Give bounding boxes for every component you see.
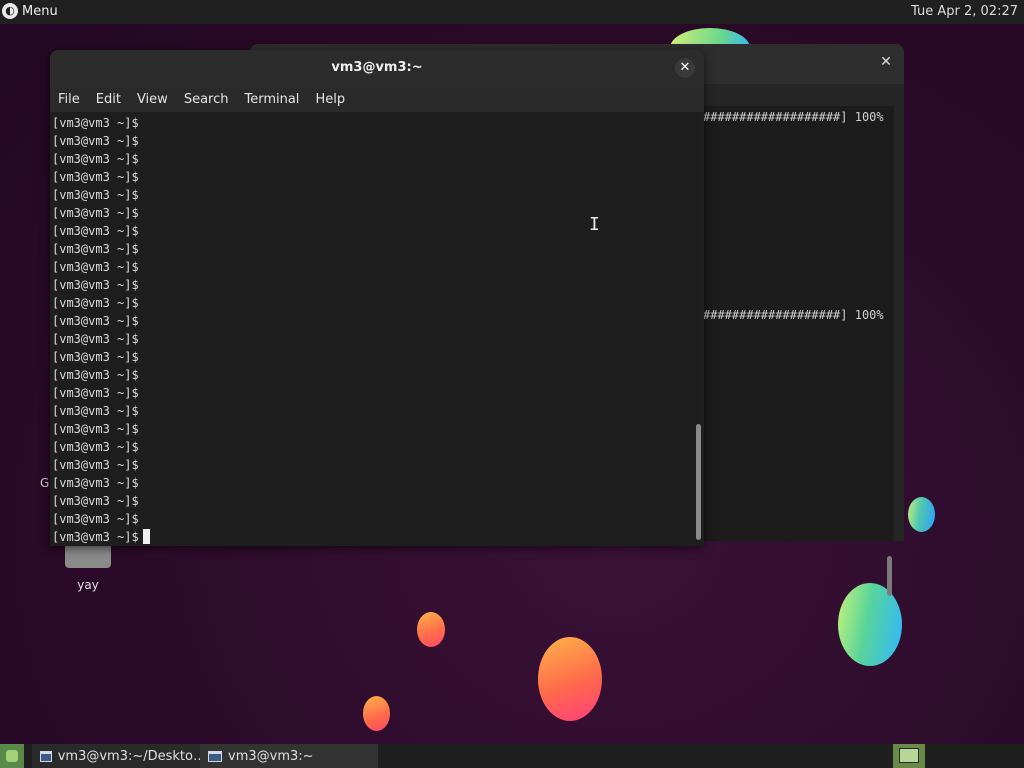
menu-button[interactable]: ◐ Menu xyxy=(2,3,58,19)
show-desktop-button[interactable] xyxy=(0,744,24,768)
wallpaper-bubble xyxy=(363,696,390,731)
menu-label: Menu xyxy=(22,3,58,19)
menu-item-edit[interactable]: Edit xyxy=(88,88,129,112)
wallpaper-bubble xyxy=(417,612,445,647)
terminal-line: [vm3@vm3 ~]$ xyxy=(52,494,139,508)
scrollbar-thumb[interactable] xyxy=(696,424,701,540)
window-title: vm3@vm3:~ xyxy=(331,60,423,75)
top-panel: ◐ Menu Tue Apr 2, 02:27 xyxy=(0,0,1024,24)
terminal-line: [vm3@vm3 ~]$ xyxy=(52,188,139,202)
terminal-line: [vm3@vm3 ~]$ xyxy=(52,116,139,130)
desktop-icon-label-partial: G xyxy=(40,476,50,490)
menu-item-view[interactable]: View xyxy=(129,88,176,112)
progress-line: ###################] 100% xyxy=(703,308,884,322)
terminal-line: [vm3@vm3 ~]$ xyxy=(52,332,139,346)
terminal-line: [vm3@vm3 ~]$ xyxy=(52,528,150,546)
terminal-line: [vm3@vm3 ~]$ xyxy=(52,134,139,148)
terminal-line: [vm3@vm3 ~]$ xyxy=(52,314,139,328)
progress-line: ###################] 100% xyxy=(703,110,884,124)
wallpaper-bubble xyxy=(838,583,902,666)
terminal-line: [vm3@vm3 ~]$ xyxy=(52,350,139,364)
terminal-line: [vm3@vm3 ~]$ xyxy=(52,260,139,274)
terminal-line: [vm3@vm3 ~]$ xyxy=(52,458,139,472)
menu-item-help[interactable]: Help xyxy=(307,88,353,112)
workspace-switcher[interactable] xyxy=(893,744,925,768)
menu-bar: File Edit View Search Terminal Help xyxy=(50,88,704,112)
desktop-icon-label: yay xyxy=(77,578,99,592)
close-icon[interactable]: ✕ xyxy=(675,58,695,78)
terminal-output[interactable]: [vm3@vm3 ~]$ [vm3@vm3 ~]$ [vm3@vm3 ~]$ [vm3… xyxy=(50,112,692,546)
wallpaper-bubble xyxy=(908,497,935,532)
clock[interactable]: Tue Apr 2, 02:27 xyxy=(911,4,1018,19)
terminal-line: [vm3@vm3 ~]$ xyxy=(52,422,139,436)
terminal-line: [vm3@vm3 ~]$ xyxy=(52,512,139,526)
terminal-line: [vm3@vm3 ~]$ xyxy=(52,368,139,382)
workspace-icon xyxy=(899,748,919,763)
terminal-window[interactable]: vm3@vm3:~ ✕ File Edit View Search Termin… xyxy=(50,50,704,546)
terminal-icon xyxy=(208,750,222,762)
terminal-line: [vm3@vm3 ~]$ xyxy=(52,278,139,292)
bottom-panel: vm3@vm3:~/Deskto… vm3@vm3:~ xyxy=(0,744,1024,768)
taskbar-item-label: vm3@vm3:~ xyxy=(228,748,314,764)
terminal-icon xyxy=(40,750,52,762)
terminal-line: [vm3@vm3 ~]$ xyxy=(52,404,139,418)
wallpaper-bubble xyxy=(538,637,602,721)
app-menu-icon: ◐ xyxy=(2,3,18,19)
terminal-line: [vm3@vm3 ~]$ xyxy=(52,206,139,220)
menu-item-file[interactable]: File xyxy=(50,88,88,112)
scrollbar-thumb[interactable] xyxy=(887,556,892,596)
taskbar-item[interactable]: vm3@vm3:~ xyxy=(200,744,378,768)
terminal-line: [vm3@vm3 ~]$ xyxy=(52,296,139,310)
taskbar-item[interactable]: vm3@vm3:~/Deskto… xyxy=(32,744,206,768)
terminal-line: [vm3@vm3 ~]$ xyxy=(52,242,139,256)
desktop-icon-yay[interactable]: yay xyxy=(60,538,116,592)
terminal-line: [vm3@vm3 ~]$ xyxy=(52,440,139,454)
text-cursor xyxy=(142,529,150,544)
terminal-line: [vm3@vm3 ~]$ xyxy=(52,476,139,490)
terminal-line: [vm3@vm3 ~]$ xyxy=(52,152,139,166)
text-cursor-icon: I xyxy=(589,214,600,235)
taskbar-item-label: vm3@vm3:~/Deskto… xyxy=(57,748,206,764)
terminal-line: [vm3@vm3 ~]$ xyxy=(52,224,139,238)
terminal-titlebar[interactable]: vm3@vm3:~ ✕ xyxy=(50,50,704,88)
terminal-line: [vm3@vm3 ~]$ xyxy=(52,386,139,400)
desktop-icon xyxy=(6,750,18,762)
menu-item-search[interactable]: Search xyxy=(176,88,237,112)
menu-item-terminal[interactable]: Terminal xyxy=(236,88,307,112)
terminal-line: [vm3@vm3 ~]$ xyxy=(52,170,139,184)
close-icon[interactable]: ✕ xyxy=(876,52,896,72)
